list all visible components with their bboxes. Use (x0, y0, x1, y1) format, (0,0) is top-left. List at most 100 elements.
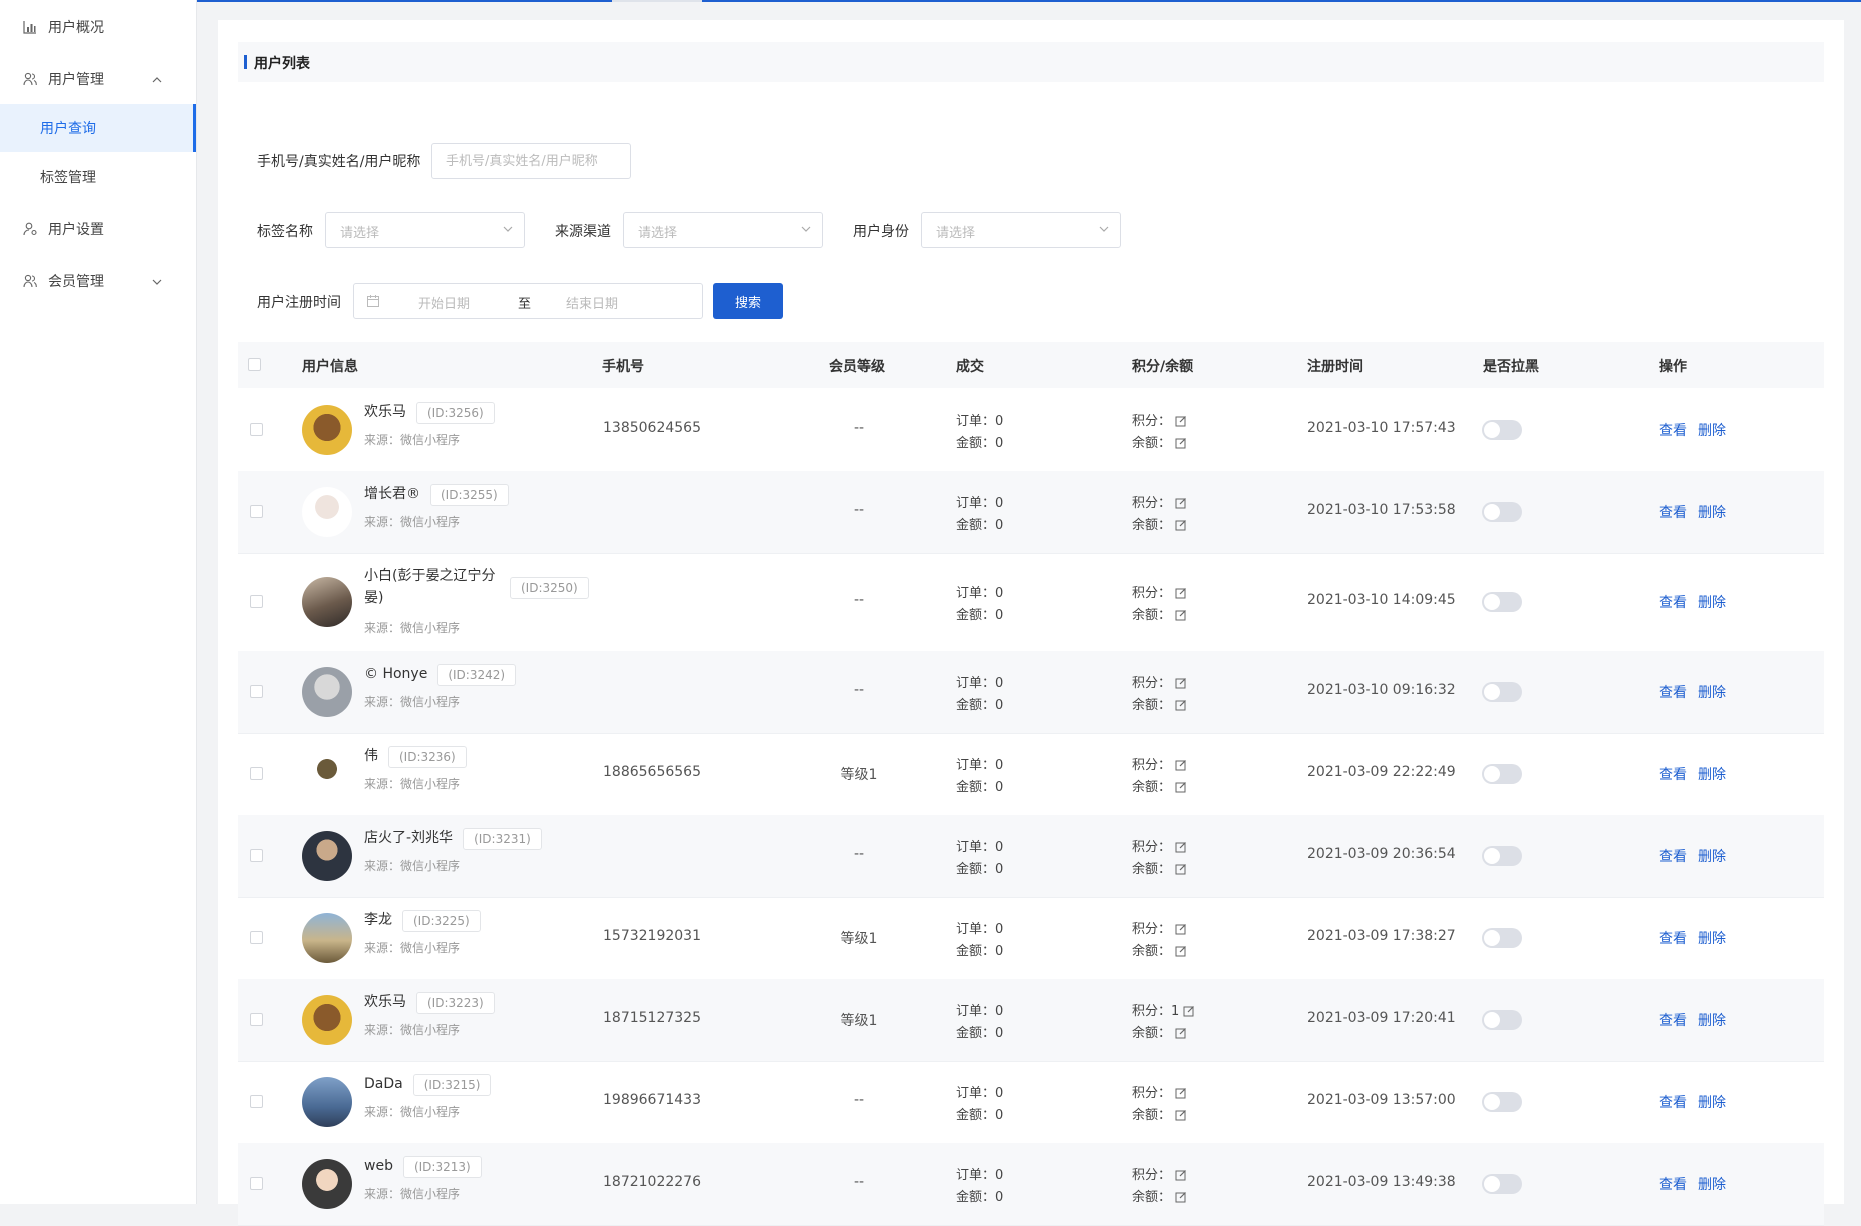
toggle-knob (1484, 930, 1500, 946)
points-row: 积分： (1132, 410, 1187, 431)
edit-balance-icon[interactable] (1175, 945, 1187, 961)
level-cell: 等级1 (840, 931, 878, 947)
edit-balance-icon[interactable] (1175, 609, 1187, 625)
sidebar-item-member-management[interactable]: 会员管理 (0, 257, 196, 305)
blacklist-toggle[interactable] (1482, 420, 1522, 440)
identity-select-placeholder: 请选择 (936, 226, 976, 241)
row-checkbox[interactable] (250, 505, 263, 518)
edit-balance-icon[interactable] (1175, 519, 1187, 535)
row-checkbox[interactable] (250, 1013, 263, 1026)
blacklist-toggle[interactable] (1482, 1010, 1522, 1030)
sidebar-item-user-query[interactable]: 用户查询 (0, 104, 196, 152)
blacklist-toggle[interactable] (1482, 502, 1522, 522)
date-start: 开始日期 (418, 297, 471, 312)
view-link[interactable]: 查看 (1659, 1174, 1687, 1194)
delete-link[interactable]: 删除 (1698, 502, 1726, 522)
channel-select[interactable]: 请选择 (623, 212, 823, 248)
reg-time-cell: 2021-03-10 09:16:32 (1307, 682, 1456, 698)
table-row: web (ID:3213) 来源：微信小程序 18721022276 -- 订单：0 金额：… (238, 1143, 1824, 1226)
view-link[interactable]: 查看 (1659, 502, 1687, 522)
delete-link[interactable]: 删除 (1698, 592, 1726, 612)
row-checkbox[interactable] (250, 849, 263, 862)
view-link[interactable]: 查看 (1659, 928, 1687, 948)
col-deal: 成交 (956, 359, 984, 375)
sidebar-item-user-management[interactable]: 用户管理 (0, 55, 196, 103)
blacklist-toggle[interactable] (1482, 928, 1522, 948)
chevron-down-icon (152, 275, 162, 288)
delete-link[interactable]: 删除 (1698, 764, 1726, 784)
row-checkbox[interactable] (250, 931, 263, 944)
blacklist-toggle[interactable] (1482, 846, 1522, 866)
identity-select[interactable]: 请选择 (921, 212, 1121, 248)
edit-points-icon[interactable] (1183, 1005, 1195, 1021)
row-checkbox[interactable] (250, 767, 263, 780)
edit-points-icon[interactable] (1175, 841, 1187, 857)
col-blacklist: 是否拉黑 (1483, 359, 1539, 375)
blacklist-toggle[interactable] (1482, 1174, 1522, 1194)
view-link[interactable]: 查看 (1659, 846, 1687, 866)
edit-balance-icon[interactable] (1175, 863, 1187, 879)
select-all-checkbox[interactable] (248, 358, 261, 371)
keyword-input[interactable] (432, 144, 630, 178)
view-link[interactable]: 查看 (1659, 1010, 1687, 1030)
user-id-tag: (ID:3223) (416, 992, 495, 1014)
blacklist-toggle[interactable] (1482, 764, 1522, 784)
edit-balance-icon[interactable] (1175, 781, 1187, 797)
row-checkbox[interactable] (250, 1177, 263, 1190)
level-cell: -- (853, 592, 865, 608)
view-link[interactable]: 查看 (1659, 1092, 1687, 1112)
edit-points-icon[interactable] (1175, 587, 1187, 603)
col-level: 会员等级 (829, 359, 885, 375)
edit-balance-icon[interactable] (1175, 699, 1187, 715)
table-row: 欢乐马 (ID:3223) 来源：微信小程序 18715127325 等级1 订单：0 金额… (238, 979, 1824, 1062)
sidebar-item-user-settings[interactable]: 用户设置 (0, 205, 196, 253)
delete-link[interactable]: 删除 (1698, 420, 1726, 440)
blacklist-toggle[interactable] (1482, 1092, 1522, 1112)
user-name: 伟 (364, 748, 378, 764)
edit-points-icon[interactable] (1175, 677, 1187, 693)
table-row: 李龙 (ID:3225) 来源：微信小程序 15732192031 等级1 订单：0 金额：… (238, 897, 1824, 980)
row-checkbox[interactable] (250, 685, 263, 698)
row-checkbox[interactable] (250, 1095, 263, 1108)
edit-balance-icon[interactable] (1175, 1191, 1187, 1207)
edit-points-icon[interactable] (1175, 923, 1187, 939)
bar-chart-icon (22, 19, 38, 35)
user-id-tag: (ID:3250) (510, 577, 589, 599)
edit-points-icon[interactable] (1175, 1169, 1187, 1185)
delete-link[interactable]: 删除 (1698, 682, 1726, 702)
view-link[interactable]: 查看 (1659, 764, 1687, 784)
edit-balance-icon[interactable] (1175, 1027, 1187, 1043)
delete-link[interactable]: 删除 (1698, 846, 1726, 866)
blacklist-toggle[interactable] (1482, 682, 1522, 702)
delete-link[interactable]: 删除 (1698, 1092, 1726, 1112)
sidebar-item-overview[interactable]: 用户概况 (0, 3, 196, 51)
sidebar-item-tag-management[interactable]: 标签管理 (0, 153, 196, 201)
edit-points-icon[interactable] (1175, 415, 1187, 431)
reg-time-cell: 2021-03-10 17:53:58 (1307, 502, 1456, 518)
edit-points-icon[interactable] (1175, 497, 1187, 513)
view-link[interactable]: 查看 (1659, 592, 1687, 612)
row-checkbox[interactable] (250, 595, 263, 608)
table-row: © Honye (ID:3242) 来源：微信小程序 -- 订单：0 金额：0 积分： 余额：… (238, 651, 1824, 734)
view-link[interactable]: 查看 (1659, 420, 1687, 440)
edit-points-icon[interactable] (1175, 759, 1187, 775)
col-user-info: 用户信息 (302, 359, 358, 375)
avatar (302, 995, 352, 1045)
table-header: 用户信息 手机号 会员等级 成交 积分/余额 注册时间 是否拉黑 操作 (238, 342, 1824, 388)
edit-balance-icon[interactable] (1175, 437, 1187, 453)
keyword-field-wrap (431, 143, 631, 179)
edit-points-icon[interactable] (1175, 1087, 1187, 1103)
date-end: 结束日期 (566, 297, 619, 312)
tag-select[interactable]: 请选择 (325, 212, 525, 248)
user-source: 来源：微信小程序 (364, 1023, 461, 1037)
delete-link[interactable]: 删除 (1698, 928, 1726, 948)
date-range-picker[interactable]: 开始日期 至 结束日期 (353, 283, 703, 319)
edit-balance-icon[interactable] (1175, 1109, 1187, 1125)
view-link[interactable]: 查看 (1659, 682, 1687, 702)
delete-link[interactable]: 删除 (1698, 1010, 1726, 1030)
delete-link[interactable]: 删除 (1698, 1174, 1726, 1194)
user-name: DaDa (364, 1076, 403, 1092)
search-button[interactable]: 搜索 (713, 283, 783, 319)
row-checkbox[interactable] (250, 423, 263, 436)
blacklist-toggle[interactable] (1482, 592, 1522, 612)
